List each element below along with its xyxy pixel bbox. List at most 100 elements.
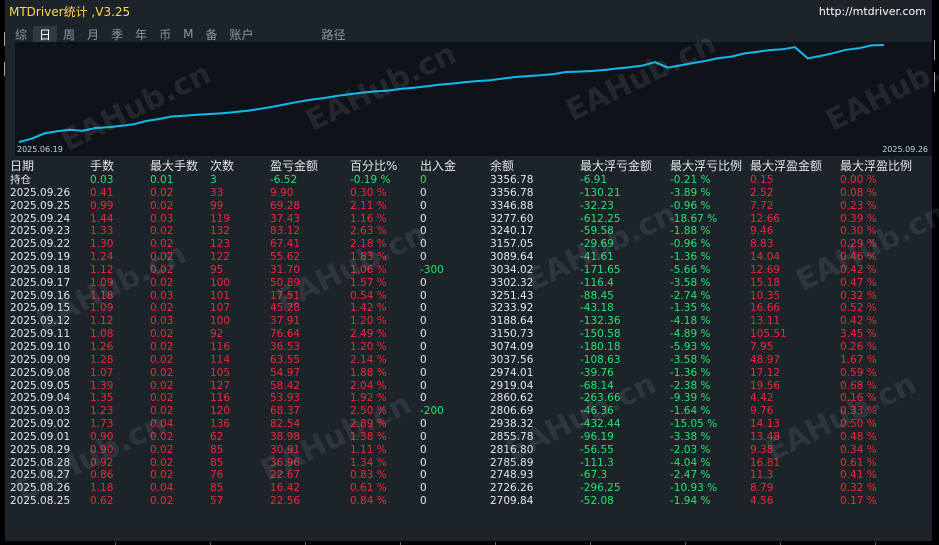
table-cell: 54.97 <box>270 366 301 379</box>
table-row: 2025.09.22 1.30 0.02 123 67.41 2.18 % 0 3157.05… <box>10 238 937 251</box>
table-cell: 53.93 <box>270 392 301 405</box>
table-cell: 8.83 <box>750 238 774 251</box>
table-cell: 2785.89 <box>490 456 534 469</box>
table-cell: 1.33 <box>90 225 114 238</box>
table-cell: 3188.64 <box>490 315 534 328</box>
table-cell: 1.20 % <box>350 315 387 328</box>
tab-9[interactable]: 账户 <box>223 26 259 43</box>
table-cell: -180.18 <box>580 340 621 353</box>
table-cell: 1.30 <box>90 238 114 251</box>
table-cell: 0.30 % <box>840 225 877 238</box>
table-cell: 2025.09.22 <box>10 238 71 251</box>
table-cell: 0 <box>420 443 427 456</box>
tab-3[interactable]: 月 <box>81 26 105 43</box>
tab-8[interactable]: 备 <box>199 26 223 43</box>
table-cell: 0 <box>420 238 427 251</box>
table-cell: 1.57 % <box>350 276 387 289</box>
table-cell: -88.45 <box>580 289 614 302</box>
table-cell: 107 <box>210 302 231 315</box>
table-cell: 0 <box>420 482 427 495</box>
table-cell: 3 <box>210 174 217 186</box>
table-row: 2025.08.25 0.62 0.02 57 22.56 0.84 % 0 2709.84 -… <box>10 495 937 508</box>
table-cell: 0.99 <box>90 199 114 212</box>
table-cell: -10.93 % <box>670 482 718 495</box>
right-edge-strip <box>932 40 939 100</box>
table-cell: 9.76 <box>750 405 774 418</box>
table-cell: 48.97 <box>750 353 781 366</box>
table-cell: 12.66 <box>750 212 781 225</box>
table-cell: -116.4 <box>580 276 614 289</box>
table-cell: 0.03 <box>150 289 174 302</box>
table-cell: 0.02 <box>150 366 174 379</box>
tab-6[interactable]: 币 <box>153 26 177 43</box>
table-cell: -56.55 <box>580 443 614 456</box>
table-cell: 83.12 <box>270 225 301 238</box>
table-cell: 0.42 % <box>840 315 877 328</box>
table-cell: -46.36 <box>580 405 614 418</box>
table-cell: -3.38 % <box>670 430 711 443</box>
tab-5[interactable]: 年 <box>129 26 153 43</box>
table-cell: 0.41 % <box>840 469 877 482</box>
table-cell: 0.30 % <box>350 186 387 199</box>
table-cell: -2.74 % <box>670 289 711 302</box>
website-link[interactable]: http://mtdriver.com <box>819 5 926 18</box>
table-cell: 0 <box>420 225 427 238</box>
table-cell: 1.18 <box>90 482 114 495</box>
table-cell: -1.64 % <box>670 405 711 418</box>
table-cell: 2025.08.29 <box>10 443 71 456</box>
table-cell: 2855.78 <box>490 430 534 443</box>
table-cell: -2.38 % <box>670 379 711 392</box>
table-cell: 101 <box>210 289 231 302</box>
table-cell: 2025.09.11 <box>10 328 71 341</box>
table-cell: -4.18 % <box>670 315 711 328</box>
table-cell: -1.94 % <box>670 495 711 508</box>
table-cell: 最大浮亏金额 <box>580 159 653 173</box>
table-cell: 19.56 <box>750 379 781 392</box>
table-cell: 0.39 % <box>840 212 877 225</box>
table-cell: -432.44 <box>580 418 621 431</box>
table-cell: 1.09 <box>90 276 114 289</box>
table-cell: 0.92 <box>90 456 114 469</box>
table-cell: -0.19 % <box>350 174 391 186</box>
table-cell: 2025.09.23 <box>10 225 71 238</box>
table-cell: 3277.60 <box>490 212 534 225</box>
table-cell: 持仓 <box>10 174 31 186</box>
table-cell: 123 <box>210 238 231 251</box>
table-row: 2025.09.12 1.12 0.03 100 37.91 1.20 % 0 3188.64… <box>10 315 937 328</box>
tab-10[interactable]: 路径 <box>316 26 352 43</box>
table-cell: 0.04 <box>150 482 174 495</box>
table-cell: 0.90 <box>90 430 114 443</box>
tab-1[interactable]: 日 <box>33 25 58 43</box>
table-cell: -612.25 <box>580 212 621 225</box>
tab-4[interactable]: 季 <box>105 26 129 43</box>
table-cell: 116 <box>210 340 231 353</box>
table-row: 2025.08.28 0.92 0.02 85 36.96 1.34 % 0 2785.89 -… <box>10 457 937 470</box>
table-cell: 15.18 <box>750 276 781 289</box>
table-cell: 136 <box>210 418 231 431</box>
left-edge-strip <box>0 22 5 102</box>
table-cell: 最大浮亏比例 <box>670 159 743 173</box>
tab-0[interactable]: 综 <box>9 26 33 43</box>
table-cell: 122 <box>210 251 231 264</box>
table-cell: -0.21 % <box>670 174 711 186</box>
table-cell: 16.42 <box>270 482 301 495</box>
table-cell: 0.02 <box>150 469 174 482</box>
tab-7[interactable]: M <box>177 27 199 41</box>
table-cell: 余额 <box>490 159 515 173</box>
table-cell: 0 <box>420 430 427 443</box>
table-cell: -300 <box>420 263 444 276</box>
table-row: 2025.09.19 1.24 0.02 122 55.62 1.83 % 0 3089.64… <box>10 251 937 264</box>
table-cell: 1.67 % <box>840 353 877 366</box>
table-cell: 0 <box>420 199 427 212</box>
table-cell: 0.17 % <box>840 495 877 508</box>
table-cell: 11.3 <box>750 469 774 482</box>
tab-2[interactable]: 周 <box>57 26 81 43</box>
table-cell: 0.62 <box>90 495 114 508</box>
chart-end-date: 2025.09.26 <box>882 145 928 154</box>
table-cell: 3346.88 <box>490 199 534 212</box>
table-cell: 0.83 % <box>350 469 387 482</box>
table-cell: 1.39 <box>90 379 114 392</box>
table-cell: 0.02 <box>150 456 174 469</box>
table-cell: -41.61 <box>580 251 614 264</box>
table-row: 2025.09.16 1.18 0.03 101 17.51 0.54 % 0 3251.43… <box>10 290 937 303</box>
